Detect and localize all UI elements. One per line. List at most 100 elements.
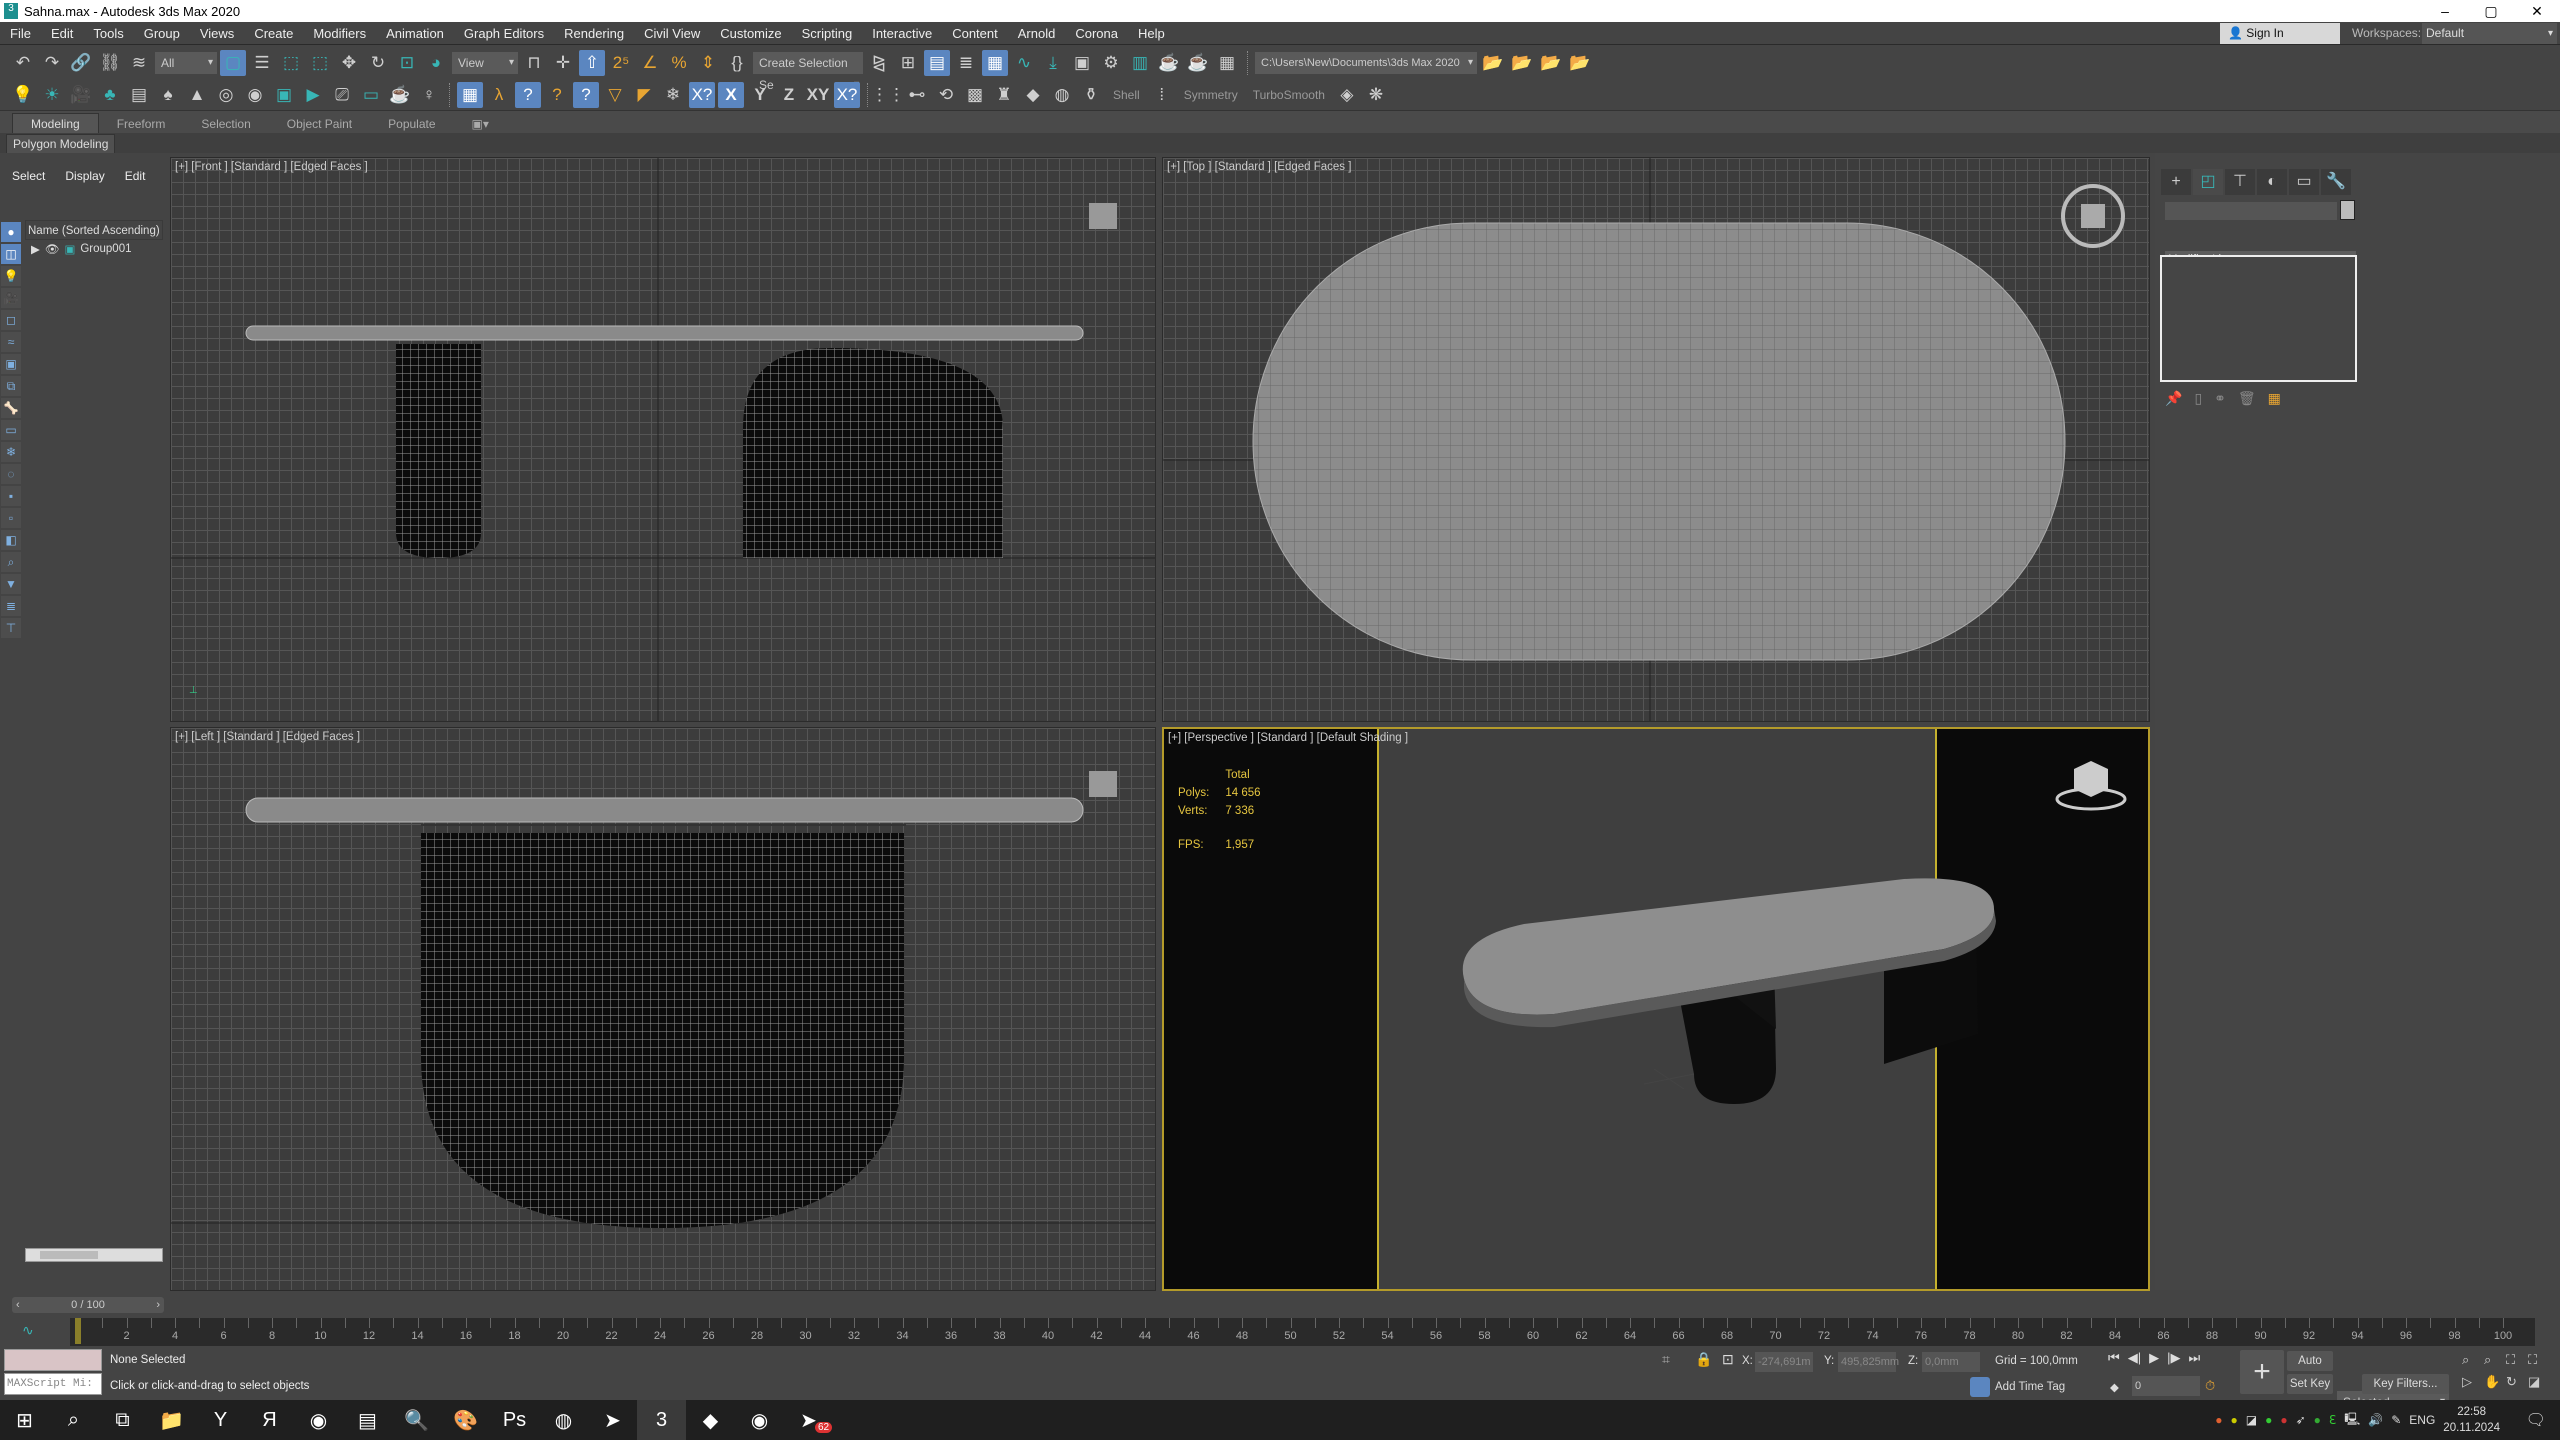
telegram-icon[interactable]: ➤: [588, 1400, 637, 1440]
chrome-icon-2[interactable]: ◉: [735, 1400, 784, 1440]
menu-arnold[interactable]: Arnold: [1008, 26, 1066, 41]
menu-help[interactable]: Help: [1128, 26, 1175, 41]
minimize-button[interactable]: –: [2422, 0, 2468, 22]
ribbon-tab-modeling[interactable]: Modeling: [12, 113, 99, 134]
object-name-field[interactable]: [2165, 202, 2337, 220]
current-frame-marker[interactable]: [75, 1318, 81, 1344]
workspace-dropdown[interactable]: Default: [2422, 23, 2557, 44]
absolute-mode-icon[interactable]: ⊡: [1722, 1351, 1734, 1368]
bulb-icon[interactable]: ♀: [416, 82, 442, 108]
percent-snap-icon[interactable]: %: [666, 50, 692, 76]
reference-coordinate-dropdown[interactable]: View: [452, 52, 518, 74]
invert-display-icon[interactable]: ◧: [1, 530, 21, 550]
show-end-result-icon[interactable]: ▯: [2194, 390, 2202, 407]
viewcube-icon[interactable]: [2074, 761, 2108, 797]
diamond-icon[interactable]: ◆: [1020, 82, 1046, 108]
render-iterative-icon[interactable]: ☕: [1185, 50, 1211, 76]
tray-app-icon[interactable]: ℇ: [2329, 1413, 2336, 1427]
cube-modifier-icon[interactable]: ◈: [1334, 82, 1360, 108]
move-icon[interactable]: ✥: [336, 50, 362, 76]
list-icon[interactable]: ▤: [126, 82, 152, 108]
zoom-all-icon[interactable]: ⌕: [2484, 1352, 2506, 1368]
tray-app-icon[interactable]: ●: [2215, 1413, 2222, 1427]
render-setup-icon[interactable]: ⚙: [1098, 50, 1124, 76]
start-icon[interactable]: ⊞: [0, 1400, 49, 1440]
viewport-left[interactable]: [+] [Left ] [Standard ] [Edged Faces ]: [170, 727, 1156, 1291]
winrar-icon[interactable]: ▤: [343, 1400, 392, 1440]
render-frame-icon[interactable]: ▶: [300, 82, 326, 108]
polygon-modeling-panel[interactable]: Polygon Modeling: [6, 134, 116, 154]
face-snap-icon[interactable]: ?: [544, 82, 570, 108]
menu-scripting[interactable]: Scripting: [792, 26, 863, 41]
3dsmax-icon[interactable]: 3: [637, 1400, 686, 1440]
xrefs-filter-icon[interactable]: ⧉: [1, 376, 21, 396]
folder-tree-icon[interactable]: 📂: [1567, 50, 1593, 76]
ribbon-tab-selection[interactable]: Selection: [183, 114, 268, 134]
paint-icon[interactable]: 🎨: [441, 1400, 490, 1440]
edge-snap-icon[interactable]: ?: [515, 82, 541, 108]
shapes-filter-icon[interactable]: ◫: [1, 244, 21, 264]
menu-customize[interactable]: Customize: [710, 26, 791, 41]
material-editor-icon[interactable]: ▣: [1069, 50, 1095, 76]
photoshop-icon[interactable]: Ps: [490, 1400, 539, 1440]
ribbon-tab-freeform[interactable]: Freeform: [99, 114, 184, 134]
sphere-cage-icon[interactable]: ◍: [1049, 82, 1075, 108]
language-indicator[interactable]: ENG: [2409, 1413, 2435, 1427]
telegram-badge-icon[interactable]: ➤: [784, 1400, 833, 1440]
turbosmooth-button[interactable]: TurboSmooth: [1247, 88, 1331, 102]
hierarchy-icon[interactable]: ⊤: [1, 618, 21, 638]
bones-filter-icon[interactable]: 🦴: [1, 398, 21, 418]
chess-icon[interactable]: ♜: [991, 82, 1017, 108]
shell-button[interactable]: Shell: [1107, 88, 1146, 102]
zoom-extents-icon[interactable]: ⛶: [2506, 1352, 2528, 1368]
vertex-snap-icon[interactable]: λ: [486, 82, 512, 108]
tray-app-icon[interactable]: ➶: [2296, 1413, 2306, 1427]
display-icon[interactable]: ▭: [2289, 169, 2319, 195]
unlink-icon[interactable]: ⛓: [97, 50, 123, 76]
light-icon[interactable]: 💡: [10, 82, 36, 108]
time-slider[interactable]: ‹ 0 / 100 ›: [12, 1297, 164, 1313]
spacing-icon[interactable]: ⟲: [933, 82, 959, 108]
viewport-label-left[interactable]: [+] [Left ] [Standard ] [Edged Faces ]: [175, 731, 360, 743]
pin-stack-icon[interactable]: 📌: [2165, 390, 2182, 407]
ribbon-options-icon[interactable]: ▣▾: [454, 114, 507, 134]
redo-icon[interactable]: ↷: [39, 50, 65, 76]
key-mode-toggle-icon[interactable]: ◆: [2110, 1380, 2119, 1394]
ribbon-tab-populate[interactable]: Populate: [370, 114, 453, 134]
geometry-filter-icon[interactable]: ●: [1, 222, 21, 242]
angle-snap-icon[interactable]: ∠: [637, 50, 663, 76]
configure-sets-icon[interactable]: ▦: [2268, 390, 2281, 407]
mirror-icon[interactable]: ⧎: [866, 50, 892, 76]
yandex-icon[interactable]: Я: [245, 1400, 294, 1440]
viewport-label-perspective[interactable]: [+] [Perspective ] [Standard ] [Default …: [1168, 732, 1408, 744]
pen-icon[interactable]: ✎: [2391, 1413, 2401, 1427]
ribbon-tab-object-paint[interactable]: Object Paint: [269, 114, 370, 134]
open-folder-icon[interactable]: 📂: [1509, 50, 1535, 76]
snowflake-icon[interactable]: ❄: [660, 82, 686, 108]
add-time-tag-button[interactable]: Add Time Tag: [1995, 1381, 2065, 1393]
nvidia-icon[interactable]: ●: [2314, 1413, 2321, 1427]
modifier-stack[interactable]: [2160, 255, 2357, 382]
project-folder-dropdown[interactable]: C:\Users\New\Documents\3ds Max 2020: [1255, 52, 1477, 74]
current-frame-field[interactable]: 0: [2132, 1376, 2200, 1396]
teapot-icon[interactable]: ☕: [387, 82, 413, 108]
checker-icon[interactable]: ▩: [962, 82, 988, 108]
object-color-swatch[interactable]: [2340, 200, 2355, 220]
explorer-menu-select[interactable]: Select: [12, 169, 45, 183]
render-grid-icon[interactable]: ▦: [1214, 50, 1240, 76]
menu-graph-editors[interactable]: Graph Editors: [454, 26, 554, 41]
yandex-browser-icon[interactable]: Y: [196, 1400, 245, 1440]
set-key-button[interactable]: Set Key: [2287, 1374, 2333, 1394]
project-folder-icon[interactable]: 📂: [1480, 50, 1506, 76]
zoom-icon[interactable]: ⌕: [2462, 1352, 2484, 1368]
orbit-icon[interactable]: ↻: [2506, 1374, 2528, 1390]
measure-icon[interactable]: ⊷: [904, 82, 930, 108]
display-none-icon[interactable]: ▫: [1, 508, 21, 528]
next-key-icon[interactable]: |▶: [2167, 1350, 2180, 1366]
viewport-perspective[interactable]: [+] [Perspective ] [Standard ] [Default …: [1162, 727, 2150, 1291]
explorer-item-group001[interactable]: ▶ 👁 ▣ Group001: [25, 240, 163, 258]
y-axis-icon[interactable]: Y: [747, 82, 773, 108]
auto-key-button[interactable]: Auto Key: [2287, 1351, 2333, 1387]
selection-filter-dropdown[interactable]: All: [155, 52, 217, 74]
undo-icon[interactable]: ↶: [10, 50, 36, 76]
